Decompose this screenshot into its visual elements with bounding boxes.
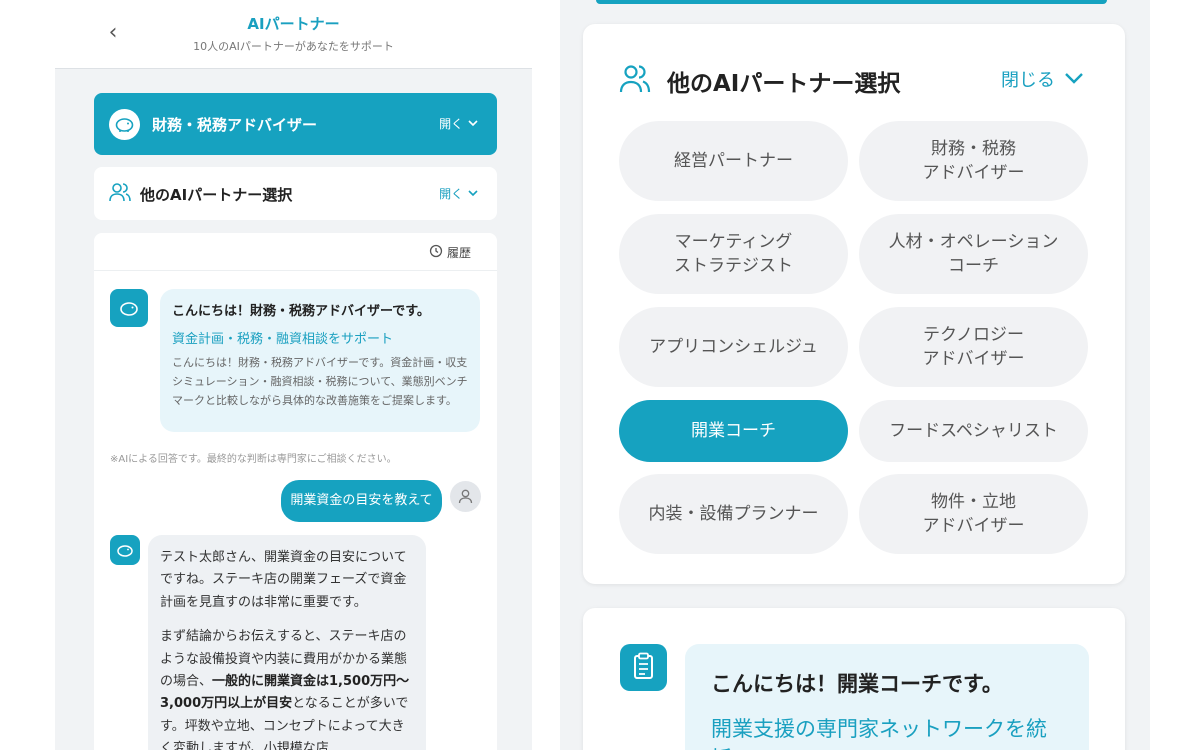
user-avatar-icon [450,481,481,512]
ai-disclaimer: ※AIによる回答です。最終的な判断は専門家にご相談ください。 [110,454,397,465]
chat-panel: 履歴 こんにちは！財務・税務アドバイザーです。 資金計画・税務・融資相談をサポー… [94,233,497,750]
history-label: 履歴 [446,246,471,260]
greeting-message: こんにちは！財務・税務アドバイザーです。 資金計画・税務・融資相談をサポート こ… [160,289,480,432]
users-icon [619,62,651,98]
other-partners-card[interactable]: 他のAIパートナー選択 開く [94,167,497,220]
app-header: ‹ AIパートナー 10人のAIパートナーがあなたをサポート [55,0,532,69]
partner-chip[interactable]: 物件・立地 アドバイザー [859,474,1088,554]
coach-greeting: こんにちは！開業コーチです。 開業支援の専門家ネットワークを統括 [685,644,1089,750]
selected-partner-card[interactable]: 財務・税務アドバイザー 開く [94,93,497,155]
partner-chip[interactable]: 人材・オペレーション コーチ [859,214,1088,294]
history-button[interactable]: 履歴 [429,244,471,261]
partner-chip[interactable]: アプリコンシェルジュ [619,307,848,387]
reply-paragraph: テスト太郎さん、開業資金の目安についてですね。ステーキ店の開業フェーズで資金計画… [160,550,407,610]
clipboard-icon [620,644,667,691]
user-message: 開業資金の目安を教えて [281,480,442,522]
coach-subtitle: 開業支援の専門家ネットワークを統括 [711,717,1047,750]
other-partners-label: 他のAIパートナー選択 [140,186,293,204]
partner-chip[interactable]: 財務・税務 アドバイザー [859,121,1088,201]
partner-chip-active[interactable]: 開業コーチ [619,400,848,462]
assistant-reply: テスト太郎さん、開業資金の目安についてですね。ステーキ店の開業フェーズで資金計画… [148,535,426,750]
chevron-down-icon [467,117,479,131]
chevron-down-icon [1063,69,1085,90]
partner-chip[interactable]: フードスペシャリスト [859,400,1088,462]
page-title: AIパートナー [247,15,340,33]
selected-partner-name: 財務・税務アドバイザー [152,116,318,134]
reply-paragraph: まず結論からお伝えすると、ステーキ店のような設備投資や内装に費用がかかる業態の場… [160,626,414,750]
partner-picker-screen: 他のAIパートナー選択 閉じる 経営パートナー 財務・税務 アドバイザー マーケ… [560,0,1150,750]
open-toggle[interactable]: 開く [439,185,479,202]
greeting-subtitle: 資金計画・税務・融資相談をサポート [172,332,394,347]
chat-screen: ‹ AIパートナー 10人のAIパートナーがあなたをサポート 財務・税務アドバイ… [55,0,532,750]
close-label: 閉じる [1001,70,1055,91]
coach-title: こんにちは！開業コーチです。 [711,672,1003,696]
history-icon [429,244,443,261]
coach-intro-card: こんにちは！開業コーチです。 開業支援の専門家ネットワークを統括 [583,608,1125,750]
greeting-body: こんにちは！財務・税務アドバイザーです。資金計画・収支シミュレーション・融資相談… [172,356,468,407]
partner-chip[interactable]: 経営パートナー [619,121,848,201]
open-label: 開く [439,117,464,131]
partner-picker-card: 他のAIパートナー選択 閉じる 経営パートナー 財務・税務 アドバイザー マーケ… [583,24,1125,584]
open-label: 開く [439,187,464,201]
page-subtitle: 10人のAIパートナーがあなたをサポート [193,40,394,53]
top-accent-bar [596,0,1107,4]
piggy-bank-icon [109,109,140,140]
partner-chip[interactable]: 内装・設備プランナー [619,474,848,554]
picker-title: 他のAIパートナー選択 [667,71,901,97]
close-toggle[interactable]: 閉じる [1001,66,1085,92]
greeting-title: こんにちは！財務・税務アドバイザーです。 [172,304,430,319]
piggy-bank-icon [110,289,148,327]
users-icon [109,181,131,207]
partner-chip[interactable]: テクノロジー アドバイザー [859,307,1088,387]
piggy-bank-icon [110,535,140,565]
open-toggle[interactable]: 開く [439,115,479,132]
chevron-down-icon [467,187,479,201]
partner-chip[interactable]: マーケティング ストラテジスト [619,214,848,294]
